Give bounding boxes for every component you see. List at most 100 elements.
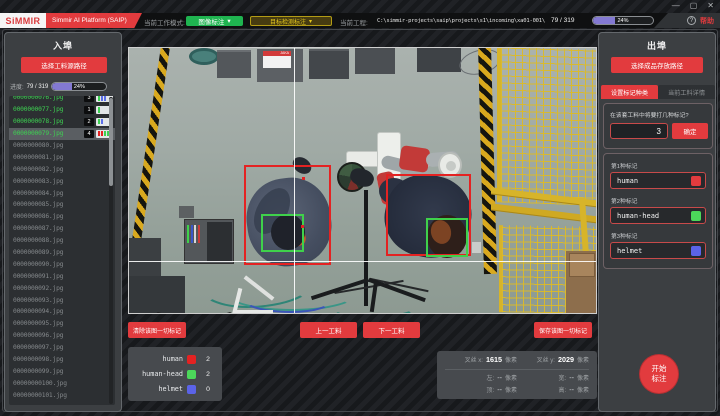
file-list-item[interactable]: 0000000076.jpg3 xyxy=(9,96,115,104)
import-progress-row: 进度: 79 / 319 24% xyxy=(10,81,118,92)
file-list-item[interactable]: 0000000094.jpg xyxy=(9,306,115,318)
tab-material-details[interactable]: 当前工料详情 xyxy=(658,85,715,99)
file-list-item[interactable]: 0000000098.jpg xyxy=(9,354,115,366)
label-name: human xyxy=(617,177,691,185)
file-list-item[interactable]: 0000000090.jpg xyxy=(9,258,115,270)
unit-label: 像素 xyxy=(577,373,589,382)
chevron-down-icon: ▾ xyxy=(309,18,312,25)
next-material-button[interactable]: 下一工料 xyxy=(363,322,420,338)
file-list-item[interactable]: 0000000099.jpg xyxy=(9,365,115,377)
file-name: 0000000082.jpg xyxy=(13,166,113,173)
file-list-item[interactable]: 0000000083.jpg xyxy=(9,175,115,187)
file-list-item[interactable]: 0000000096.jpg xyxy=(9,330,115,342)
file-name: 0000000080.jpg xyxy=(13,142,113,149)
file-name: 0000000081.jpg xyxy=(13,154,113,161)
file-counter: 79 / 319 xyxy=(551,17,575,24)
label-name-input[interactable]: human xyxy=(610,172,706,189)
file-name: 0000000076.jpg xyxy=(13,96,84,101)
annotation-canvas[interactable]: JAKA xyxy=(128,47,597,314)
file-list-item[interactable]: 0000000082.jpg xyxy=(9,163,115,175)
tab-label-types[interactable]: 设置标记种类 xyxy=(601,85,658,99)
confirm-button[interactable]: 确定 xyxy=(672,123,708,139)
file-list-item[interactable]: 0000000084.jpg xyxy=(9,187,115,199)
file-list-item[interactable]: 0000000087.jpg xyxy=(9,223,115,235)
file-list-item[interactable]: 0000000095.jpg xyxy=(9,318,115,330)
image-annotation-mode-button[interactable]: 图像标注 ▾ xyxy=(186,16,243,27)
file-name: 0000000090.jpg xyxy=(13,261,113,268)
legend-count: 2 xyxy=(200,356,216,363)
file-list-scrollbar[interactable] xyxy=(109,97,113,404)
scrollbar-thumb[interactable] xyxy=(109,98,113,186)
annotation-point[interactable] xyxy=(302,177,305,180)
minimize-icon[interactable]: — xyxy=(672,1,680,10)
legend-label: human xyxy=(134,355,183,363)
box-left-label: 左: xyxy=(487,373,495,382)
file-list: 0000000076.jpg30000000077.jpg10000000078… xyxy=(9,96,115,405)
crosshair-horizontal xyxy=(129,261,597,262)
project-label: 当前工程: xyxy=(340,17,368,27)
file-list-item[interactable]: 0000000080.jpg xyxy=(9,140,115,152)
file-list-item[interactable]: 0000000086.jpg xyxy=(9,211,115,223)
label-color-swatch[interactable] xyxy=(691,246,701,256)
unit-label: 像素 xyxy=(577,385,589,394)
legend-row: helmet0 xyxy=(134,383,216,395)
save-all-marks-button[interactable]: 保存该图一切标记 xyxy=(534,322,592,338)
label-name-input[interactable]: helmet xyxy=(610,242,706,259)
file-name: 0000000077.jpg xyxy=(13,106,84,113)
bounding-box-head-2[interactable] xyxy=(426,218,468,257)
file-list-item[interactable]: 0000000093.jpg xyxy=(9,294,115,306)
file-list-item[interactable]: 0000000097.jpg xyxy=(9,342,115,354)
start-button-text: 标注 xyxy=(652,374,667,384)
label-color-swatch[interactable] xyxy=(691,211,701,221)
select-source-path-button[interactable]: 选择工料源路径 xyxy=(21,57,107,73)
file-list-item[interactable]: 0000000089.jpg xyxy=(9,247,115,259)
annotation-point[interactable] xyxy=(301,225,304,228)
help-icon[interactable]: ? xyxy=(687,16,696,25)
help-button[interactable]: 帮助 xyxy=(700,16,714,26)
app-window: — ▢ ✕ SiMMIR Simmir AI Platform (SAIP) 当… xyxy=(0,0,720,416)
file-list-item[interactable]: 0000000079.jpg4 xyxy=(9,128,115,140)
select-output-path-button[interactable]: 选择成品存放路径 xyxy=(611,57,703,73)
file-list-item[interactable]: 0000000078.jpg2 xyxy=(9,116,115,128)
object-detection-mode-button[interactable]: 目标检测标注 ▾ xyxy=(250,16,332,26)
crosshair-y-label: 叉丝 y: xyxy=(537,355,555,364)
import-panel: 入埠 选择工料源路径 进度: 79 / 319 24% 0000000076.j… xyxy=(4,32,122,412)
previous-material-button[interactable]: 上一工料 xyxy=(300,322,357,338)
close-icon[interactable]: ✕ xyxy=(707,1,714,10)
label-color-swatch[interactable] xyxy=(691,176,701,186)
file-list-item[interactable]: 0000000088.jpg xyxy=(9,235,115,247)
unit-label: 像素 xyxy=(505,385,517,394)
file-name: 0000000079.jpg xyxy=(13,130,84,137)
box-height-label: 高: xyxy=(559,385,567,394)
wall-switch xyxy=(471,241,482,254)
file-list-item[interactable]: 0000000091.jpg xyxy=(9,270,115,282)
mode-secondary-label: 目标检测标注 xyxy=(270,17,306,26)
maximize-icon[interactable]: ▢ xyxy=(690,1,698,10)
file-name: 0000000099.jpg xyxy=(13,368,113,375)
machine-cabinet xyxy=(217,50,251,78)
label-name-input[interactable]: human-head xyxy=(610,207,706,224)
label-count-input[interactable]: 3 xyxy=(610,123,668,139)
start-annotation-button[interactable]: 开始 标注 xyxy=(640,355,678,393)
file-list-item[interactable]: 0000000077.jpg1 xyxy=(9,104,115,116)
file-list-item[interactable]: 00000000100.jpg xyxy=(9,377,115,389)
machine-cabinet xyxy=(355,48,395,74)
crosshair-x-label: 叉丝 x: xyxy=(465,355,483,364)
crosshair-vertical xyxy=(294,48,295,314)
clear-all-marks-button[interactable]: 清除该图一切标记 xyxy=(128,322,186,338)
file-name: 00000000100.jpg xyxy=(13,380,113,387)
file-list-item[interactable]: 0000000085.jpg xyxy=(9,199,115,211)
file-list-item[interactable]: 00000000101.jpg xyxy=(9,389,115,401)
file-list-item[interactable]: 0000000092.jpg xyxy=(9,282,115,294)
file-name: 0000000098.jpg xyxy=(13,356,113,363)
bounding-box-head-1[interactable] xyxy=(261,214,304,252)
file-name: 0000000087.jpg xyxy=(13,225,113,232)
machine-cabinet xyxy=(417,48,461,72)
file-name: 0000000085.jpg xyxy=(13,201,113,208)
label-groups: 第1种标记human第2种标记human-head第3种标记helmet xyxy=(603,153,713,269)
file-name: 0000000084.jpg xyxy=(13,190,113,197)
file-list-item[interactable]: 0000000081.jpg xyxy=(9,151,115,163)
legend-row: human-head2 xyxy=(134,368,216,380)
unit-label: 像素 xyxy=(505,355,517,364)
annotation-count-badge: 1 xyxy=(84,106,94,114)
